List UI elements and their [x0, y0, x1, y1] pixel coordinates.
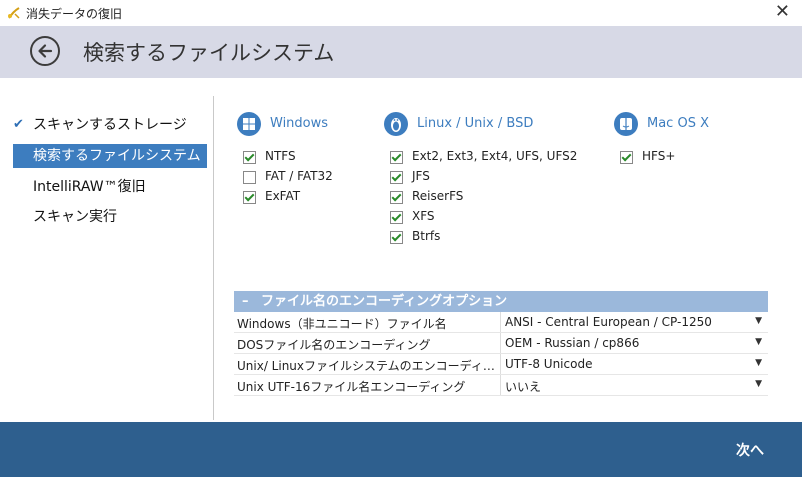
fs-name: NTFS: [265, 149, 296, 163]
window-title: 消失データの復旧: [26, 7, 123, 21]
encoding-key: Unix/ Linuxファイルシステムのエンコーディ…: [237, 359, 495, 373]
arrow-left-icon: [38, 44, 53, 58]
encoding-panel-header[interactable]: – ファイル名のエンコーディングオプション: [234, 291, 768, 312]
encoding-row-unix: Unix/ Linuxファイルシステムのエンコーディ… UTF-8 Unicod…: [234, 354, 768, 375]
back-button[interactable]: [30, 36, 60, 66]
nav-step-filesystem[interactable]: 検索するファイルシステム: [13, 144, 207, 168]
dropdown-arrow-icon[interactable]: ▼: [755, 316, 762, 326]
nav-step-scan[interactable]: スキャン実行: [13, 205, 207, 229]
collapse-icon[interactable]: –: [242, 291, 249, 312]
checkbox[interactable]: [243, 191, 256, 204]
fs-name: HFS+: [642, 149, 676, 163]
encoding-key: Unix UTF-16ファイル名エンコーディング: [237, 380, 466, 394]
checkbox[interactable]: [390, 191, 403, 204]
dropdown-arrow-icon[interactable]: ▼: [755, 358, 762, 368]
nav-step-label: IntelliRAW™復旧: [33, 179, 146, 195]
page-title: 検索するファイルシステム: [83, 41, 335, 65]
fs-name: XFS: [412, 209, 435, 223]
encoding-panel-title: ファイル名のエンコーディングオプション: [261, 294, 508, 309]
checkmark-icon: ✔: [13, 117, 24, 132]
checkbox[interactable]: [620, 151, 633, 164]
fs-name: ReiserFS: [412, 189, 464, 203]
checkbox[interactable]: [243, 151, 256, 164]
checkbox[interactable]: [390, 171, 403, 184]
nav-step-label: スキャン実行: [33, 209, 117, 225]
encoding-options-panel: – ファイル名のエンコーディングオプション Windows（非ユニコード）ファイ…: [234, 291, 768, 396]
fs-name: JFS: [412, 169, 430, 183]
encoding-key: DOSファイル名のエンコーディング: [237, 338, 431, 352]
fs-group-label: Windows: [270, 116, 329, 131]
encoding-key: Windows（非ユニコード）ファイル名: [237, 317, 447, 331]
fs-group-label: Linux / Unix / BSD: [417, 116, 534, 131]
checkbox[interactable]: [390, 231, 403, 244]
fs-name: FAT / FAT32: [265, 169, 333, 183]
nav-step-label: 検索するファイルシステム: [33, 148, 201, 164]
encoding-select[interactable]: OEM - Russian / cp866: [505, 336, 639, 350]
linux-penguin-icon: [384, 112, 408, 136]
checkbox[interactable]: [390, 211, 403, 224]
windows-logo-icon: [237, 112, 261, 136]
fs-group-label: Mac OS X: [647, 116, 709, 131]
encoding-select[interactable]: いいえ: [505, 378, 541, 395]
dropdown-arrow-icon[interactable]: ▼: [755, 379, 762, 389]
column-separator: [500, 375, 501, 395]
dropdown-arrow-icon[interactable]: ▼: [755, 337, 762, 347]
footer-bar: 次へ: [0, 422, 802, 477]
vertical-divider: [213, 96, 214, 420]
encoding-row-utf16: Unix UTF-16ファイル名エンコーディング いいえ ▼: [234, 375, 768, 396]
nav-step-storage[interactable]: ✔ スキャンするストレージ: [13, 113, 207, 137]
fs-name: Btrfs: [412, 229, 441, 243]
nav-step-label: スキャンするストレージ: [33, 117, 187, 133]
checkbox[interactable]: [243, 171, 256, 184]
encoding-row-windows: Windows（非ユニコード）ファイル名 ANSI - Central Euro…: [234, 312, 768, 333]
column-separator: [500, 312, 501, 332]
title-bar: 消失データの復旧 ✕: [0, 0, 802, 26]
page-header: 検索するファイルシステム: [0, 26, 802, 78]
checkbox[interactable]: [390, 151, 403, 164]
encoding-select[interactable]: UTF-8 Unicode: [505, 357, 592, 371]
app-logo-icon: [6, 5, 22, 21]
nav-step-intelliraw[interactable]: IntelliRAW™復旧: [13, 175, 207, 199]
close-icon[interactable]: ✕: [775, 2, 790, 22]
encoding-select[interactable]: ANSI - Central European / CP-1250: [505, 315, 712, 329]
column-separator: [500, 354, 501, 374]
column-separator: [500, 333, 501, 353]
next-button[interactable]: 次へ: [736, 440, 764, 460]
encoding-row-dos: DOSファイル名のエンコーディング OEM - Russian / cp866 …: [234, 333, 768, 354]
fs-name: ExFAT: [265, 189, 301, 203]
mac-finder-icon: [614, 112, 638, 136]
fs-name: Ext2, Ext3, Ext4, UFS, UFS2: [412, 149, 578, 163]
